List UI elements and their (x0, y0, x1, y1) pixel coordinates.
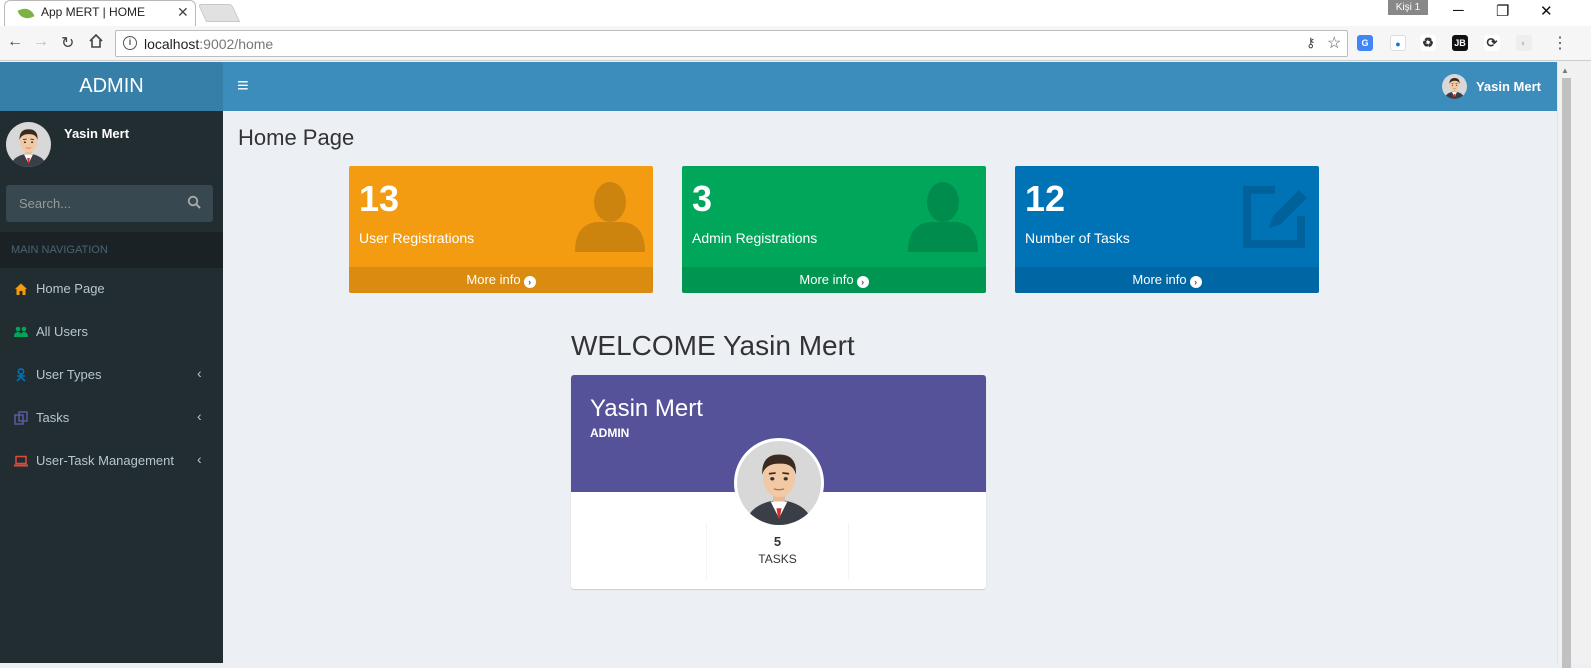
user-avatar-image (737, 441, 821, 525)
header-user-name: Yasin Mert (1475, 79, 1541, 94)
translate-extension-icon[interactable]: G (1357, 35, 1373, 51)
bookmark-star-icon[interactable]: ☆ (1327, 33, 1341, 53)
restore-icon[interactable]: ❐ (1496, 2, 1509, 20)
address-bar[interactable]: i localhost:9002/home ⚷ ☆ (115, 30, 1348, 57)
scroll-thumb[interactable] (1562, 78, 1571, 668)
sidebar-item-home-page[interactable]: Home Page (0, 268, 223, 311)
user-icon (575, 182, 645, 252)
page-scrollbar[interactable]: ▲ (1557, 62, 1591, 668)
welcome-heading: WELCOME Yasin Mert (571, 330, 855, 361)
tasks-stat: 5 TASKS (706, 523, 849, 579)
reload-icon[interactable]: ↻ (61, 33, 74, 53)
chevron-left-icon: ‹ (197, 408, 202, 424)
browser-tabstrip: App MERT | HOME ✕ Kişi 1 ─ ❐ ✕ (0, 0, 1591, 26)
sidebar-search (6, 185, 213, 222)
edit-icon (1243, 186, 1307, 248)
avatar (1442, 74, 1467, 99)
sidebar-user-name: Yasin Mert (64, 126, 130, 141)
stat-box-admin-registrations: 3 Admin Registrations More info › (682, 166, 986, 293)
dots-extension-icon[interactable]: ● (1390, 35, 1406, 51)
sidebar: Yasin Mert MAIN NAVIGATION Home Page All… (0, 111, 223, 663)
search-icon[interactable] (187, 195, 201, 212)
sync-extension-icon[interactable]: ⟳ (1484, 35, 1500, 51)
search-input[interactable] (6, 185, 176, 222)
stat-label: Number of Tasks (1025, 230, 1130, 246)
user-types-icon (16, 368, 26, 382)
tasks-label: TASKS (758, 552, 797, 566)
key-icon[interactable]: ⚷ (1306, 35, 1316, 51)
profile-badge[interactable]: Kişi 1 (1388, 0, 1428, 15)
laptop-icon (14, 455, 28, 467)
user-menu[interactable]: Yasin Mert (1442, 74, 1541, 99)
browser-toolbar: ← → ↻ i localhost:9002/home ⚷ ☆ G ● ♻ JB… (0, 26, 1591, 61)
sidebar-item-label: All Users (36, 324, 89, 339)
url-text: localhost:9002/home (144, 36, 274, 52)
sidebar-item-user-task-management[interactable]: User-Task Management ‹ (0, 440, 223, 483)
sidebar-toggle-icon[interactable]: ≡ (237, 75, 249, 98)
sidebar-user-panel (6, 122, 51, 167)
new-tab-button[interactable] (197, 4, 241, 22)
avatar (734, 438, 824, 528)
browser-tab[interactable]: App MERT | HOME ✕ (4, 0, 196, 26)
page-title: Home Page (238, 125, 355, 150)
sidebar-item-label: User Types (36, 367, 102, 382)
scroll-up-icon[interactable]: ▲ (1561, 66, 1569, 75)
site-info-icon[interactable]: i (123, 36, 137, 50)
top-navbar: ≡ Yasin Mert (223, 62, 1557, 111)
sidebar-item-label: Tasks (36, 410, 70, 425)
user-profile-widget: Yasin Mert ADMIN 5 TASKS (571, 375, 986, 589)
close-window-icon[interactable]: ✕ (1540, 2, 1553, 20)
stat-number: 3 (692, 178, 713, 219)
avatar (6, 122, 51, 167)
arrow-circle-right-icon: › (523, 276, 536, 288)
tasks-count: 5 (773, 534, 782, 549)
sidebar-item-tasks[interactable]: Tasks ‹ (0, 397, 223, 440)
main-navigation-header: MAIN NAVIGATION (0, 232, 223, 268)
close-tab-icon[interactable]: ✕ (177, 4, 189, 21)
sidebar-item-user-types[interactable]: User Types ‹ (0, 354, 223, 397)
users-icon (14, 326, 28, 337)
app-logo[interactable]: ADMIN (0, 62, 223, 111)
recycle-extension-icon[interactable]: ♻ (1420, 35, 1436, 51)
tasks-icon (14, 411, 28, 425)
arrow-circle-right-icon: › (1189, 276, 1202, 288)
sidebar-item-label: User-Task Management (36, 453, 174, 468)
jb-extension-icon[interactable]: JB (1452, 35, 1468, 51)
sidebar-item-label: Home Page (36, 281, 105, 296)
home-icon (15, 283, 27, 295)
more-info-link[interactable]: More info › (682, 267, 986, 293)
chevron-left-icon: ‹ (197, 451, 202, 467)
home-browser-icon[interactable] (88, 33, 104, 54)
widget-user-name: Yasin Mert (590, 395, 703, 422)
user-icon (908, 182, 978, 252)
stat-label: Admin Registrations (692, 230, 818, 246)
stat-label: User Registrations (359, 230, 475, 246)
forward-icon[interactable]: → (33, 33, 49, 51)
stat-box-user-registrations: 13 User Registrations More info › (349, 166, 653, 293)
disabled-extension-icon[interactable]: ◐ (1516, 35, 1532, 51)
browser-menu-icon[interactable]: ⋮ (1552, 33, 1568, 53)
more-info-link[interactable]: More info › (349, 267, 653, 293)
stat-number: 13 (359, 178, 400, 219)
arrow-circle-right-icon: › (856, 276, 869, 288)
stat-number: 12 (1025, 178, 1066, 219)
back-icon[interactable]: ← (7, 33, 23, 51)
stat-box-number-of-tasks: 12 Number of Tasks More info › (1015, 166, 1319, 293)
tab-title: App MERT | HOME (41, 5, 146, 19)
spring-leaf-icon (17, 5, 35, 22)
more-info-link[interactable]: More info › (1015, 267, 1319, 293)
chevron-left-icon: ‹ (197, 365, 202, 381)
sidebar-item-all-users[interactable]: All Users (0, 311, 223, 354)
widget-user-role: ADMIN (590, 426, 630, 440)
minimize-icon[interactable]: ─ (1453, 2, 1464, 19)
